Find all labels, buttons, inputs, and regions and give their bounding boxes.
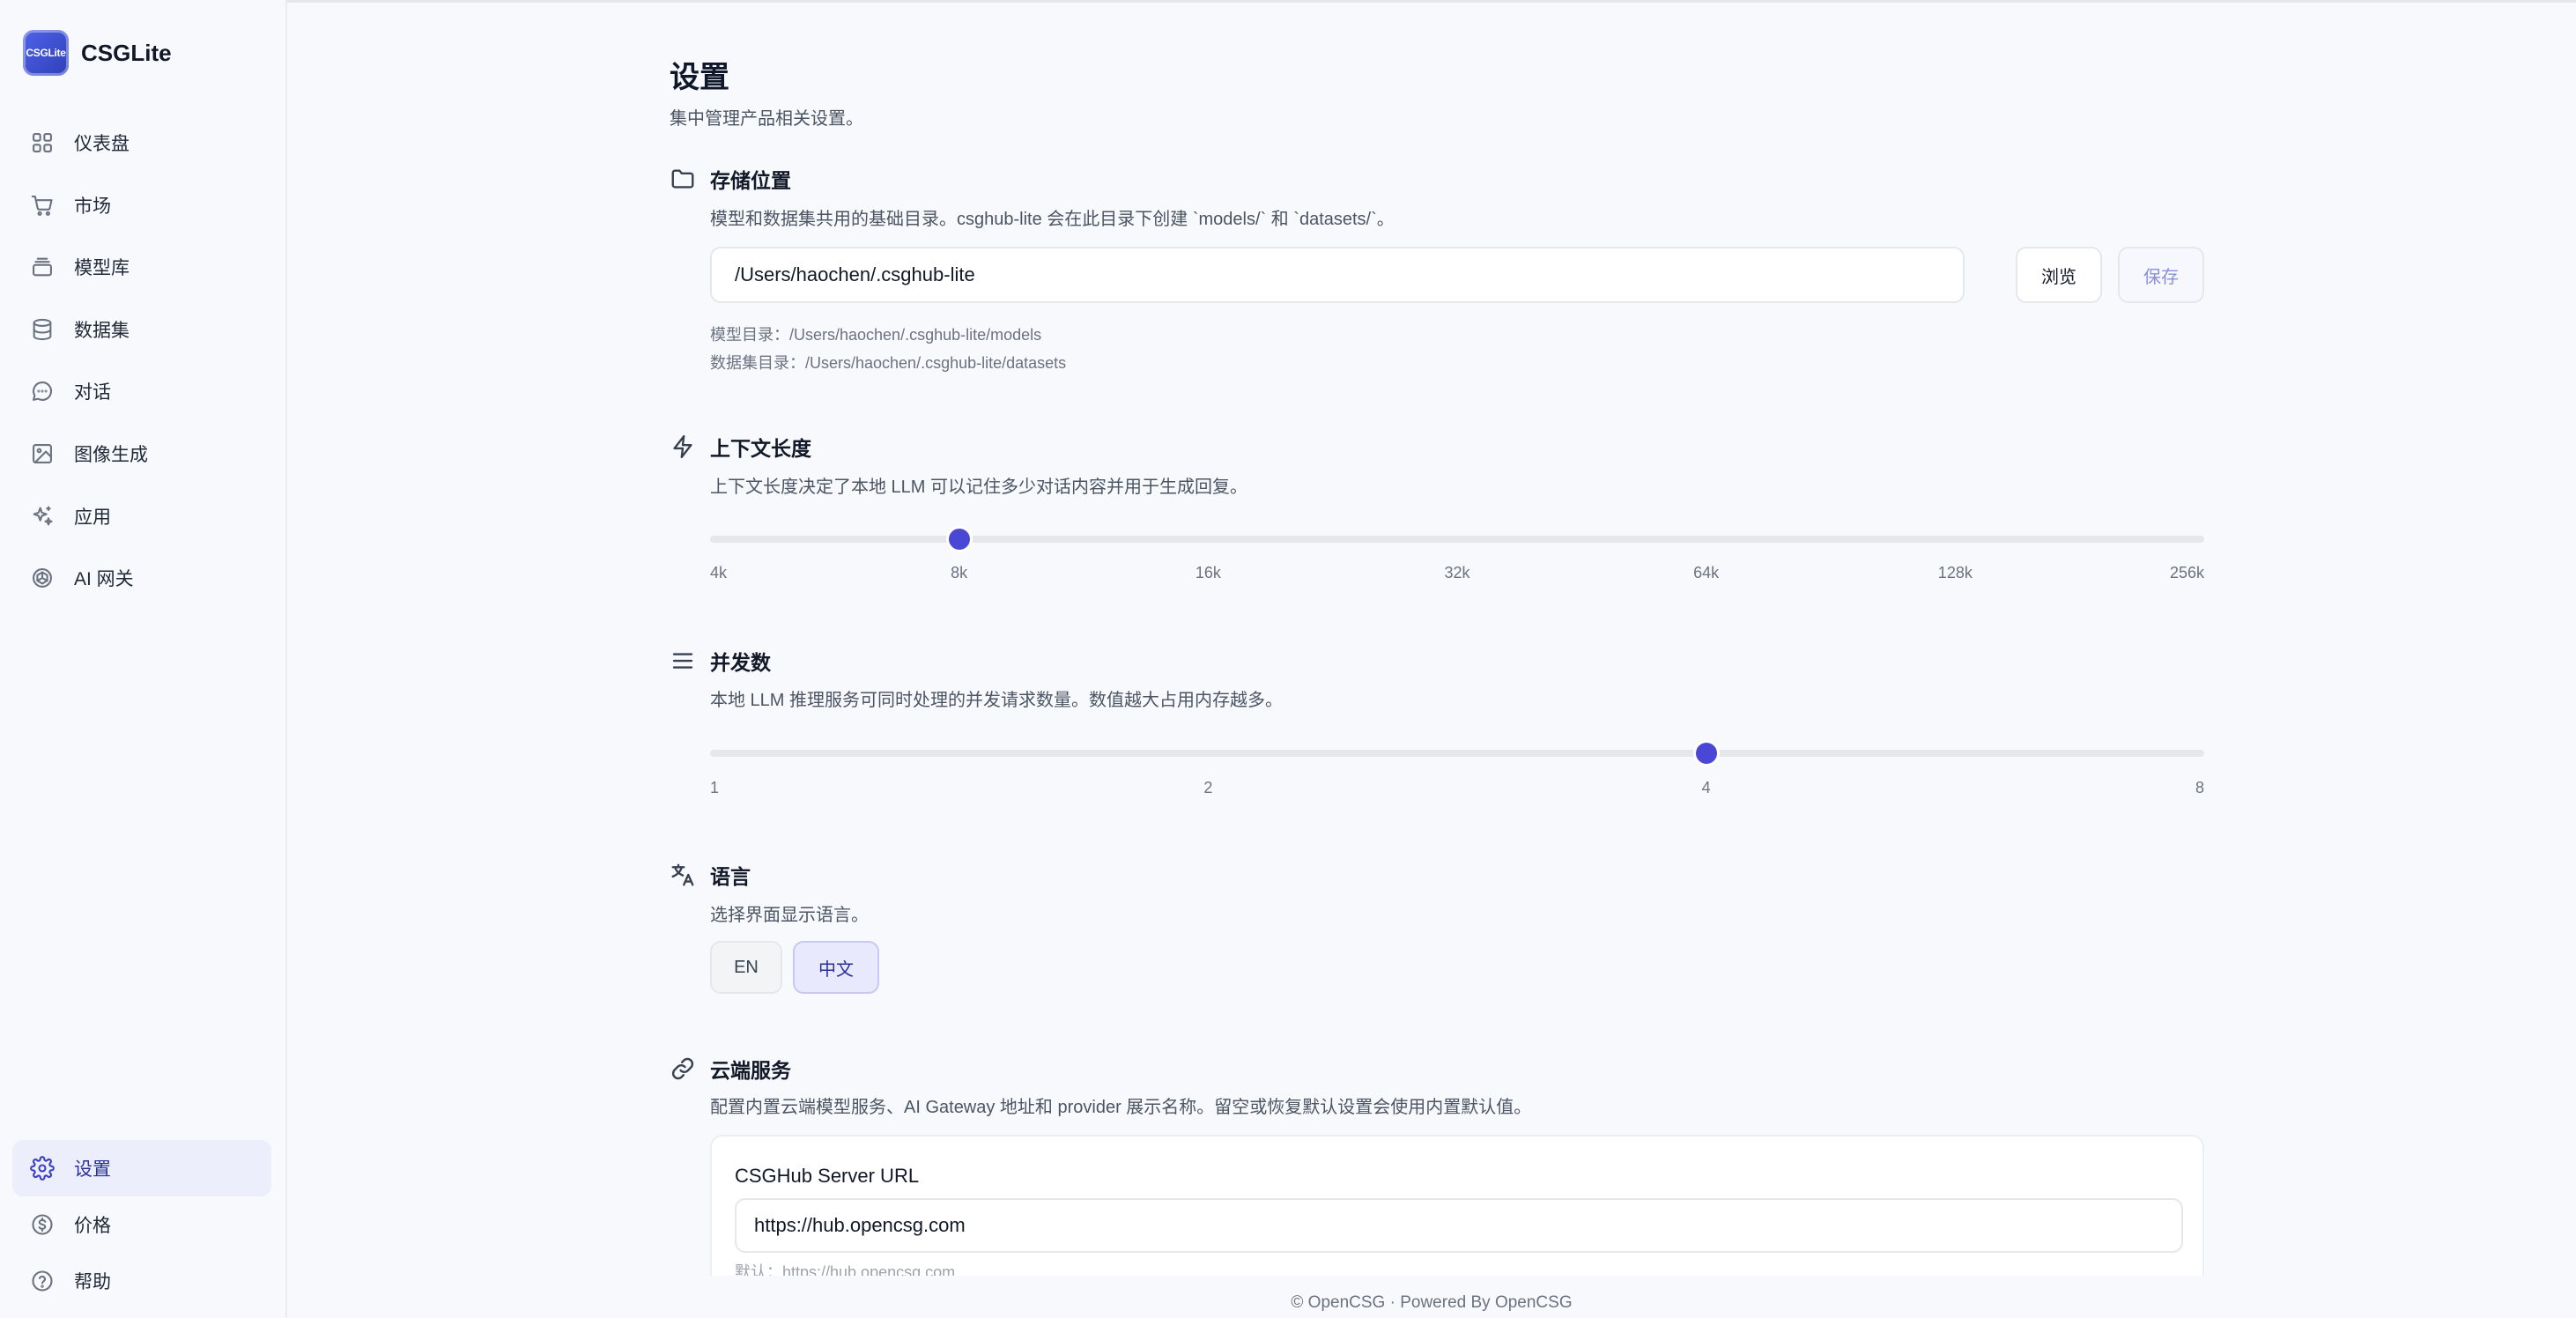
concurrency-title: 并发数 (710, 651, 771, 674)
concurrency-description: 本地 LLM 推理服务可同时处理的并发请求数量。数值越大占用内存越多。 (710, 691, 1284, 710)
brand[interactable]: CSGLite CSGLite (23, 30, 172, 76)
sidebar-item-models[interactable]: 模型库 (12, 239, 271, 295)
sidebar-item-ai-gateway[interactable]: AI 网关 (12, 550, 271, 606)
sidebar-bottom-nav: 设置 价格 帮助 (12, 1140, 271, 1309)
sidebar-item-label: AI 网关 (74, 569, 134, 590)
sidebar-item-label: 数据集 (74, 320, 130, 341)
sidebar-item-label: 帮助 (74, 1272, 111, 1292)
context-tick-label: 4k (710, 564, 728, 581)
context-description: 上下文长度决定了本地 LLM 可以记住多少对话内容并用于生成回复。 (710, 478, 1248, 497)
sidebar-item-label: 对话 (74, 382, 111, 404)
image-icon (33, 444, 52, 463)
server-url-default-hint: 默认：https://hub.opencsg.com (735, 1263, 956, 1276)
server-url-input[interactable] (735, 1198, 2183, 1253)
context-tick-label: 8k (951, 564, 968, 581)
layers-icon (33, 257, 52, 277)
sidebar-item-image-generation[interactable]: 图像生成 (12, 426, 271, 482)
cart-icon (31, 195, 53, 216)
context-tick-labels: 4k 8k 16k 32k 64k 128k 256k (710, 564, 2204, 585)
context-tick-label: 256k (2169, 564, 2204, 581)
storage-description: 模型和数据集共用的基础目录。csghub-lite 会在此目录下创建 `mode… (710, 210, 1395, 229)
language-description: 选择界面显示语言。 (710, 906, 869, 925)
slider-track[interactable] (710, 536, 2204, 543)
concurrency-tick-labels: 1 2 4 8 (710, 779, 2204, 800)
context-tick-label: 128k (1937, 564, 1973, 581)
language-option-en[interactable]: EN (710, 941, 782, 994)
server-url-label: CSGHub Server URL (735, 1165, 920, 1187)
concurrency-tick-label: 2 (1203, 779, 1213, 796)
sidebar-item-help[interactable]: 帮助 (12, 1253, 271, 1309)
sidebar-item-label: 仪表盘 (74, 134, 130, 154)
app-logo-icon: CSGLite (23, 30, 69, 76)
sidebar-item-label: 设置 (74, 1159, 111, 1180)
footer: © OpenCSG · Powered By OpenCSG (1291, 1293, 1573, 1312)
gear-icon (30, 1156, 55, 1181)
concurrency-section-header: 并发数 (670, 646, 771, 676)
chat-icon (33, 381, 53, 402)
app-name: CSGLite (81, 39, 172, 66)
cloud-section-header: 云端服务 (670, 1054, 791, 1084)
slider-thumb[interactable] (1695, 743, 1717, 764)
context-title: 上下文长度 (710, 437, 811, 460)
cloud-description: 配置内置云端模型服务、AI Gateway 地址和 provider 展示名称。… (710, 1098, 1532, 1117)
datasets-dir-text: 数据集目录：/Users/haochen/.csghub-lite/datase… (710, 354, 1067, 372)
storage-section-header: 存储位置 (670, 164, 791, 194)
page-subtitle: 集中管理产品相关设置。 (670, 109, 863, 129)
page-title: 设置 (670, 61, 729, 94)
sidebar: CSGLite CSGLite 仪表盘 市场 模型库 数据集 对话 图像生成 应… (0, 0, 287, 1318)
language-title: 语言 (710, 865, 751, 888)
models-dir-text: 模型目录：/Users/haochen/.csghub-lite/models (710, 326, 1042, 344)
sidebar-item-chat[interactable]: 对话 (12, 363, 271, 419)
list-icon (672, 653, 693, 669)
slider-thumb[interactable] (948, 529, 970, 550)
window-top-border (0, 0, 2576, 3)
language-option-zh[interactable]: 中文 (793, 941, 879, 994)
context-section-header: 上下文长度 (670, 432, 811, 462)
concurrency-tick-label: 8 (2195, 779, 2204, 796)
sidebar-item-market[interactable]: 市场 (12, 177, 271, 233)
sidebar-item-apps[interactable]: 应用 (12, 488, 271, 544)
concurrency-slider[interactable] (710, 736, 2204, 771)
sidebar-item-pricing[interactable]: 价格 (12, 1196, 271, 1253)
context-length-slider[interactable] (710, 522, 2204, 557)
sidebar-item-settings[interactable]: 设置 (12, 1140, 271, 1196)
lightning-icon (673, 434, 692, 459)
slider-track[interactable] (710, 750, 2204, 757)
sidebar-item-label: 应用 (74, 507, 111, 528)
save-button[interactable]: 保存 (2118, 247, 2204, 303)
sidebar-item-label: 图像生成 (74, 444, 148, 465)
storage-path-input[interactable] (710, 247, 1965, 303)
sparkles-icon (33, 506, 53, 525)
cloud-settings-card: CSGHub Server URL 默认：https://hub.opencsg… (710, 1135, 2204, 1276)
dollar-icon (32, 1214, 53, 1235)
language-section-header: 语言 (670, 860, 751, 890)
concurrency-tick-label: 1 (710, 779, 720, 796)
sidebar-item-label: 价格 (74, 1216, 111, 1236)
link-icon (671, 1057, 694, 1080)
translate-icon (671, 863, 694, 886)
help-icon (32, 1270, 53, 1292)
concurrency-tick-label: 4 (1701, 779, 1711, 796)
context-tick-label: 64k (1693, 564, 1720, 581)
sidebar-item-label: 模型库 (74, 258, 130, 279)
context-tick-label: 32k (1444, 564, 1470, 581)
sidebar-item-datasets[interactable]: 数据集 (12, 301, 271, 358)
folder-icon (671, 169, 694, 189)
database-icon (33, 318, 52, 340)
cloud-title: 云端服务 (710, 1059, 791, 1082)
sidebar-item-dashboard[interactable]: 仪表盘 (12, 115, 271, 171)
context-tick-label: 16k (1195, 564, 1221, 581)
sidebar-nav: 仪表盘 市场 模型库 数据集 对话 图像生成 应用 AI 网关 (12, 115, 271, 612)
grid-icon (33, 133, 52, 152)
browse-button[interactable]: 浏览 (2016, 247, 2102, 303)
sidebar-item-label: 市场 (74, 196, 111, 217)
openai-icon (33, 568, 52, 589)
storage-title: 存储位置 (710, 169, 791, 192)
